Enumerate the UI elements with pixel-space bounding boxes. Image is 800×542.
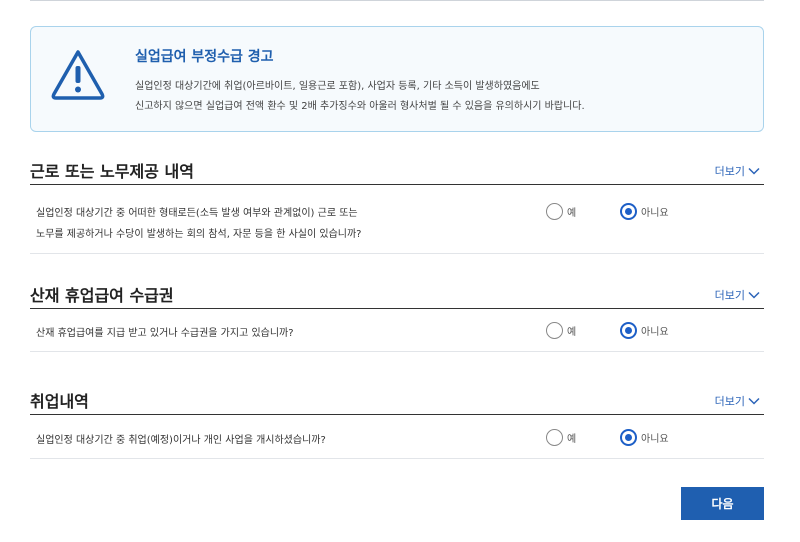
radio-no[interactable]: 아니요 — [620, 203, 669, 220]
radio-circle-checked[interactable] — [620, 429, 637, 446]
radio-yes-label: 예 — [567, 327, 577, 338]
chevron-down-icon — [748, 167, 760, 175]
more-link-label: 더보기 — [714, 289, 745, 302]
question-row: 실업인정 대상기간 중 어떠한 형태로든(소득 발생 여부와 관계없이) 근로 … — [30, 185, 764, 254]
chevron-down-icon — [748, 291, 760, 299]
answer-radio-group: 예 아니요 — [546, 322, 696, 340]
section-title: 취업내역 — [30, 392, 89, 411]
radio-circle-unchecked[interactable] — [546, 322, 563, 339]
more-link[interactable]: 더보기 — [715, 163, 760, 179]
radio-circle-checked[interactable] — [620, 322, 637, 339]
radio-yes[interactable]: 예 — [546, 429, 576, 446]
section-title: 근로 또는 노무제공 내역 — [30, 162, 194, 181]
top-divider — [30, 0, 764, 1]
question-text-line-1: 실업인정 대상기간 중 어떠한 형태로든(소득 발생 여부와 관계없이) 근로 … — [36, 208, 358, 219]
question-text: 산재 휴업급여를 지급 받고 있거나 수급권을 가지고 있습니까? — [36, 328, 294, 339]
radio-no-label: 아니요 — [641, 434, 669, 445]
radio-yes-label: 예 — [567, 434, 577, 445]
radio-no[interactable]: 아니요 — [620, 429, 669, 446]
radio-no[interactable]: 아니요 — [620, 322, 669, 339]
radio-circle-unchecked[interactable] — [546, 429, 563, 446]
warning-text-line-1: 실업인정 대상기간에 취업(아르바이트, 일용근로 포함), 사업자 등록, 기… — [135, 81, 540, 92]
more-link[interactable]: 더보기 — [715, 393, 760, 409]
radio-yes[interactable]: 예 — [546, 322, 576, 339]
warning-title: 실업급여 부정수급 경고 — [135, 49, 274, 65]
chevron-down-icon — [748, 397, 760, 405]
question-row: 실업인정 대상기간 중 취업(예정)이거나 개인 사업을 개시하셨습니까? 예 … — [30, 415, 764, 459]
answer-radio-group: 예 아니요 — [546, 203, 696, 221]
radio-yes[interactable]: 예 — [546, 203, 576, 220]
radio-no-label: 아니요 — [641, 208, 669, 219]
radio-circle-unchecked[interactable] — [546, 203, 563, 220]
question-text-line-2: 노무를 제공하거나 수당이 발생하는 회의 참석, 자문 등을 한 사실이 있습… — [36, 229, 362, 240]
answer-radio-group: 예 아니요 — [546, 429, 696, 447]
question-text: 실업인정 대상기간 중 취업(예정)이거나 개인 사업을 개시하셨습니까? — [36, 435, 326, 446]
section-industrial-header: 산재 휴업급여 수급권 더보기 — [30, 279, 764, 309]
warning-triangle-icon — [51, 50, 105, 100]
fraud-warning-box: 실업급여 부정수급 경고 실업인정 대상기간에 취업(아르바이트, 일용근로 포… — [30, 26, 764, 132]
warning-text-line-2: 신고하지 않으면 실업급여 전액 환수 및 2배 추가징수와 아울러 형사처벌 … — [135, 101, 585, 112]
section-employment-header: 취업내역 더보기 — [30, 385, 764, 415]
section-work-header: 근로 또는 노무제공 내역 더보기 — [30, 155, 764, 185]
radio-circle-checked[interactable] — [620, 203, 637, 220]
radio-yes-label: 예 — [567, 208, 577, 219]
section-title: 산재 휴업급여 수급권 — [30, 286, 174, 305]
radio-no-label: 아니요 — [641, 327, 669, 338]
more-link-label: 더보기 — [714, 395, 745, 408]
more-link-label: 더보기 — [714, 165, 745, 178]
question-row: 산재 휴업급여를 지급 받고 있거나 수급권을 가지고 있습니까? 예 아니요 — [30, 309, 764, 352]
more-link[interactable]: 더보기 — [715, 287, 760, 303]
next-button[interactable]: 다음 — [681, 487, 764, 520]
